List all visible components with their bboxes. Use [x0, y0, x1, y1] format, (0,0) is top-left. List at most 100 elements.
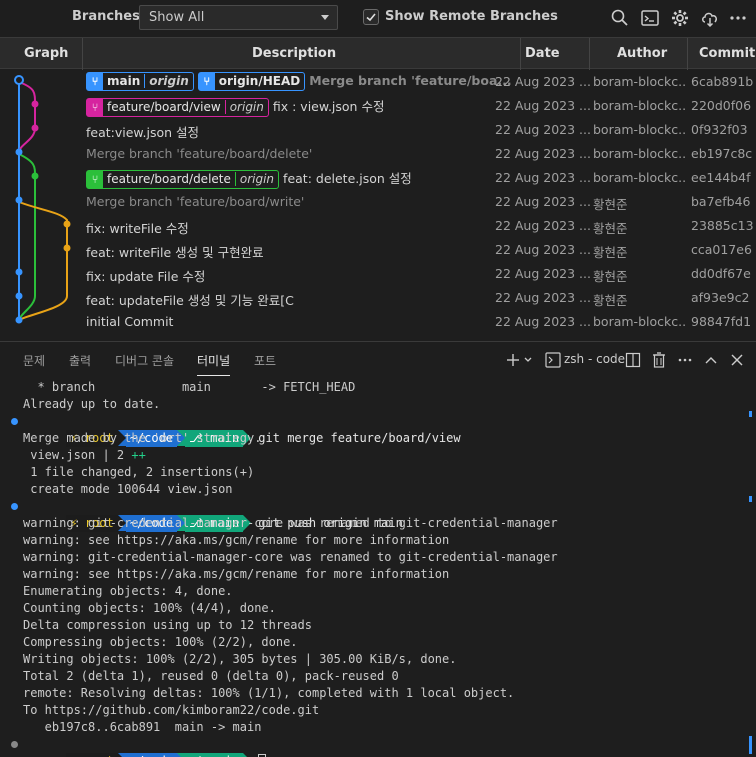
branch-filter-select[interactable]: Show All	[139, 5, 338, 30]
commit-description: Merge branch 'feature/board/write'	[86, 194, 304, 209]
commit-description: fix: update File 수정	[86, 266, 205, 285]
checkmark-icon	[366, 13, 376, 22]
command-decoration-icon[interactable]	[11, 418, 18, 425]
commit-description: feat: writeFile 생성 및 구현완료	[86, 242, 264, 261]
branch-ref-badge[interactable]: ⑂ feature/board/view origin	[86, 98, 269, 117]
commit-description: ⑂ feature/board/delete origin feat: delete.…	[86, 168, 412, 189]
git-branch-icon: ⑂	[87, 99, 103, 116]
commit-row[interactable]: ⑂ feature/board/delete origin feat: delete.…	[0, 166, 756, 190]
commit-message: feat: updateFile 생성 및 기능 완료[C	[86, 293, 294, 308]
commit-hash: ee144b4f	[691, 170, 751, 185]
tab-problems[interactable]: 문제	[23, 352, 45, 369]
terminal-icon	[545, 351, 561, 369]
maximize-panel-icon[interactable]	[704, 351, 718, 369]
terminal-instance-name[interactable]: zsh - code	[564, 352, 625, 366]
commit-date: 22 Aug 2023 ...	[495, 98, 591, 113]
command-decoration-icon[interactable]	[11, 503, 18, 510]
column-divider[interactable]	[520, 38, 521, 70]
terminal-line: 1 file changed, 2 insertions(+)	[23, 465, 255, 479]
column-graph[interactable]: Graph	[24, 46, 68, 61]
commit-row[interactable]: Merge branch 'feature/board/delete' 22 Au…	[0, 142, 756, 166]
commit-date: 22 Aug 2023 ...	[495, 290, 591, 305]
split-terminal-icon[interactable]	[625, 351, 641, 369]
column-divider[interactable]	[82, 38, 83, 70]
commit-author: boram-blockc...	[593, 98, 685, 113]
commit-author: boram-blockc...	[593, 122, 685, 137]
column-author[interactable]: Author	[617, 46, 667, 61]
commit-row[interactable]: fix: writeFile 수정 22 Aug 2023 ... 황현준 23885…	[0, 214, 756, 238]
commit-hash: 23885c13	[691, 218, 754, 233]
branches-label: Branches:	[72, 9, 146, 24]
remote-ref-name: origin	[234, 172, 279, 186]
commit-date: 22 Aug 2023 ...	[495, 122, 591, 137]
terminal-prompt: ⚡ root ~/code ⎇ main	[23, 736, 267, 757]
commit-table-header: Graph Description Date Author Commit	[0, 37, 756, 70]
commit-row[interactable]: feat: updateFile 생성 및 기능 완료[C 22 Aug 2023…	[0, 286, 756, 310]
more-actions-icon[interactable]	[728, 8, 748, 28]
search-icon[interactable]	[610, 8, 630, 28]
commit-message: feat:view.json 설정	[86, 125, 200, 140]
column-description[interactable]: Description	[252, 46, 336, 61]
terminal-line: warning: git-credential-manager-core was…	[23, 516, 558, 530]
tab-ports[interactable]: 포트	[254, 352, 276, 369]
show-remote-checkbox[interactable]	[363, 9, 379, 25]
terminal-line: view.json | 2 ++	[23, 448, 146, 462]
commit-description: Merge branch 'feature/board/delete'	[86, 146, 312, 161]
cloud-download-icon[interactable]	[700, 8, 720, 28]
close-icon[interactable]	[730, 351, 744, 369]
more-icon[interactable]	[678, 351, 692, 369]
commit-date: 22 Aug 2023 ...	[495, 170, 591, 185]
git-branch-icon: ⑂	[87, 73, 103, 90]
branch-ref-name: origin/HEAD	[218, 74, 301, 88]
commit-date: 22 Aug 2023 ...	[495, 314, 591, 329]
terminal-line: Counting objects: 100% (4/4), done.	[23, 601, 276, 615]
branch-ref-name: feature/board/view	[107, 100, 221, 114]
commit-message: Merge branch 'feature/board/write'	[86, 194, 305, 209]
column-commit[interactable]: Commit	[699, 46, 755, 61]
branch-filter-value: Show All	[149, 10, 205, 25]
commit-description: initial Commit	[86, 314, 173, 329]
commit-author: boram-blockc...	[593, 314, 685, 329]
terminal-line: Already up to date.	[23, 397, 161, 411]
commit-row[interactable]: ⑂ main origin ⑂ origin/HEAD Merge branch 'fea…	[0, 70, 756, 94]
branch-ref-badge[interactable]: ⑂ feature/board/delete origin	[86, 170, 280, 189]
commit-row[interactable]: ⑂ feature/board/view origin fix : view.json…	[0, 94, 756, 118]
trash-icon[interactable]	[651, 351, 667, 369]
terminal-icon[interactable]	[640, 8, 660, 28]
commit-row[interactable]: feat: writeFile 생성 및 구현완료 22 Aug 2023 ...…	[0, 238, 756, 262]
branch-ref-badge[interactable]: ⑂ origin/HEAD	[197, 72, 306, 91]
commit-row[interactable]: Merge branch 'feature/board/write' 22 Aug…	[0, 190, 756, 214]
terminal-output[interactable]: * branch main -> FETCH_HEAD Already up t…	[0, 378, 756, 757]
command-decoration-icon[interactable]	[11, 741, 18, 748]
new-terminal-icon[interactable]	[505, 351, 535, 369]
tab-debug-console[interactable]: 디버그 콘솔	[115, 352, 174, 369]
commit-hash: cca017e6	[691, 242, 752, 257]
commit-description: ⑂ feature/board/view origin fix : view.json…	[86, 96, 384, 117]
tab-output[interactable]: 출력	[69, 352, 91, 369]
commit-date: 22 Aug 2023 ...	[495, 74, 591, 89]
commit-author: 황현준	[593, 197, 628, 212]
commit-author: boram-blockc...	[593, 146, 685, 161]
commit-row[interactable]: fix: update File 수정 22 Aug 2023 ... 황현준 dd0…	[0, 262, 756, 286]
branch-ref-badge[interactable]: ⑂ main origin	[86, 72, 194, 91]
commit-row[interactable]: initial Commit 22 Aug 2023 ... boram-block…	[0, 310, 756, 334]
commit-row[interactable]: feat:view.json 설정 22 Aug 2023 ... boram-bl…	[0, 118, 756, 142]
terminal-line: create mode 100644 view.json	[23, 482, 233, 496]
show-remote-label: Show Remote Branches	[385, 9, 558, 24]
terminal-line: Enumerating objects: 4, done.	[23, 584, 233, 598]
terminal-line: Delta compression using up to 12 threads	[23, 618, 312, 632]
terminal-line: warning: git-credential-manager-core was…	[23, 550, 558, 564]
chevron-down-icon	[321, 15, 329, 20]
tab-terminal[interactable]: 터미널	[197, 352, 231, 376]
scrollbar-marker	[749, 411, 752, 417]
gear-icon[interactable]	[670, 8, 690, 28]
commit-author: 황현준	[593, 245, 628, 260]
column-date[interactable]: Date	[525, 46, 560, 61]
column-divider[interactable]	[687, 38, 688, 70]
remote-ref-name: origin	[144, 74, 193, 88]
commit-date: 22 Aug 2023 ...	[495, 242, 591, 257]
column-divider[interactable]	[589, 38, 590, 70]
prompt-dir: ~/code	[125, 753, 178, 757]
commit-message: Merge branch 'feature/boa...	[309, 73, 512, 88]
terminal-line: Total 2 (delta 1), reused 0 (delta 0), p…	[23, 669, 399, 683]
